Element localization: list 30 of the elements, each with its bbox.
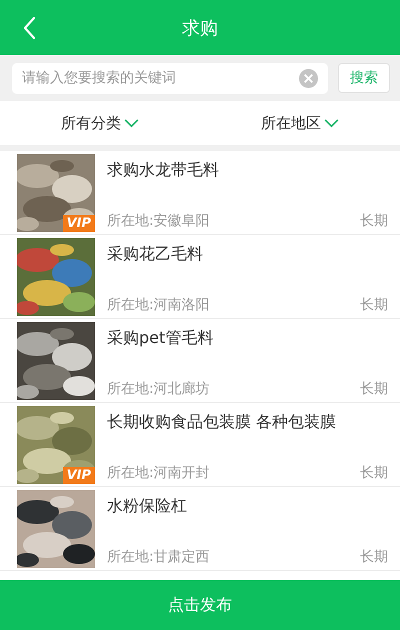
item-term: 长期 [360,296,388,314]
item-title: 长期收购食品包装膜 各种包装膜 [107,412,338,432]
filter-dropdown[interactable]: 所有分类 [0,101,200,145]
list-item[interactable]: 水粉保险杠 所在地:甘肃定西 长期 [0,487,400,571]
search-field[interactable]: 请输入您要搜索的关键词 [12,62,328,94]
page-title: 求购 [182,16,218,40]
vip-badge: VIP [62,214,95,232]
filter-dropdown[interactable]: 所在地区 [200,101,400,145]
item-title: 采购pet管毛料 [107,328,214,348]
item-location: 所在地:河南开封 [107,464,210,482]
item-location: 所在地:河北廊坊 [107,380,210,398]
list-item[interactable]: 采购pet管毛料 所在地:河北廊坊 长期 [0,319,400,403]
vip-badge: VIP [62,466,95,484]
list-item[interactable]: VIP 求购水龙带毛料 所在地:安徽阜阳 长期 [0,151,400,235]
item-term: 长期 [360,212,388,230]
list-item[interactable]: 采购花乙毛料 所在地:河南洛阳 长期 [0,235,400,319]
caret-icon [124,118,139,128]
item-title: 水粉保险杠 [107,496,188,516]
clear-icon[interactable] [299,68,318,88]
item-term: 长期 [360,380,388,398]
item-title: 求购水龙带毛料 [107,160,220,180]
item-term: 长期 [360,464,388,482]
item-location: 所在地:安徽阜阳 [107,212,210,230]
item-location: 所在地:甘肃定西 [107,548,210,566]
item-location: 所在地:河南洛阳 [107,296,210,314]
item-title: 采购花乙毛料 [107,244,204,264]
list-item[interactable]: VIP 长期收购食品包装膜 各种包装膜 所在地:河南开封 长期 [0,403,400,487]
item-term: 长期 [360,548,388,566]
caret-icon [324,118,339,128]
back-icon[interactable] [22,16,36,40]
